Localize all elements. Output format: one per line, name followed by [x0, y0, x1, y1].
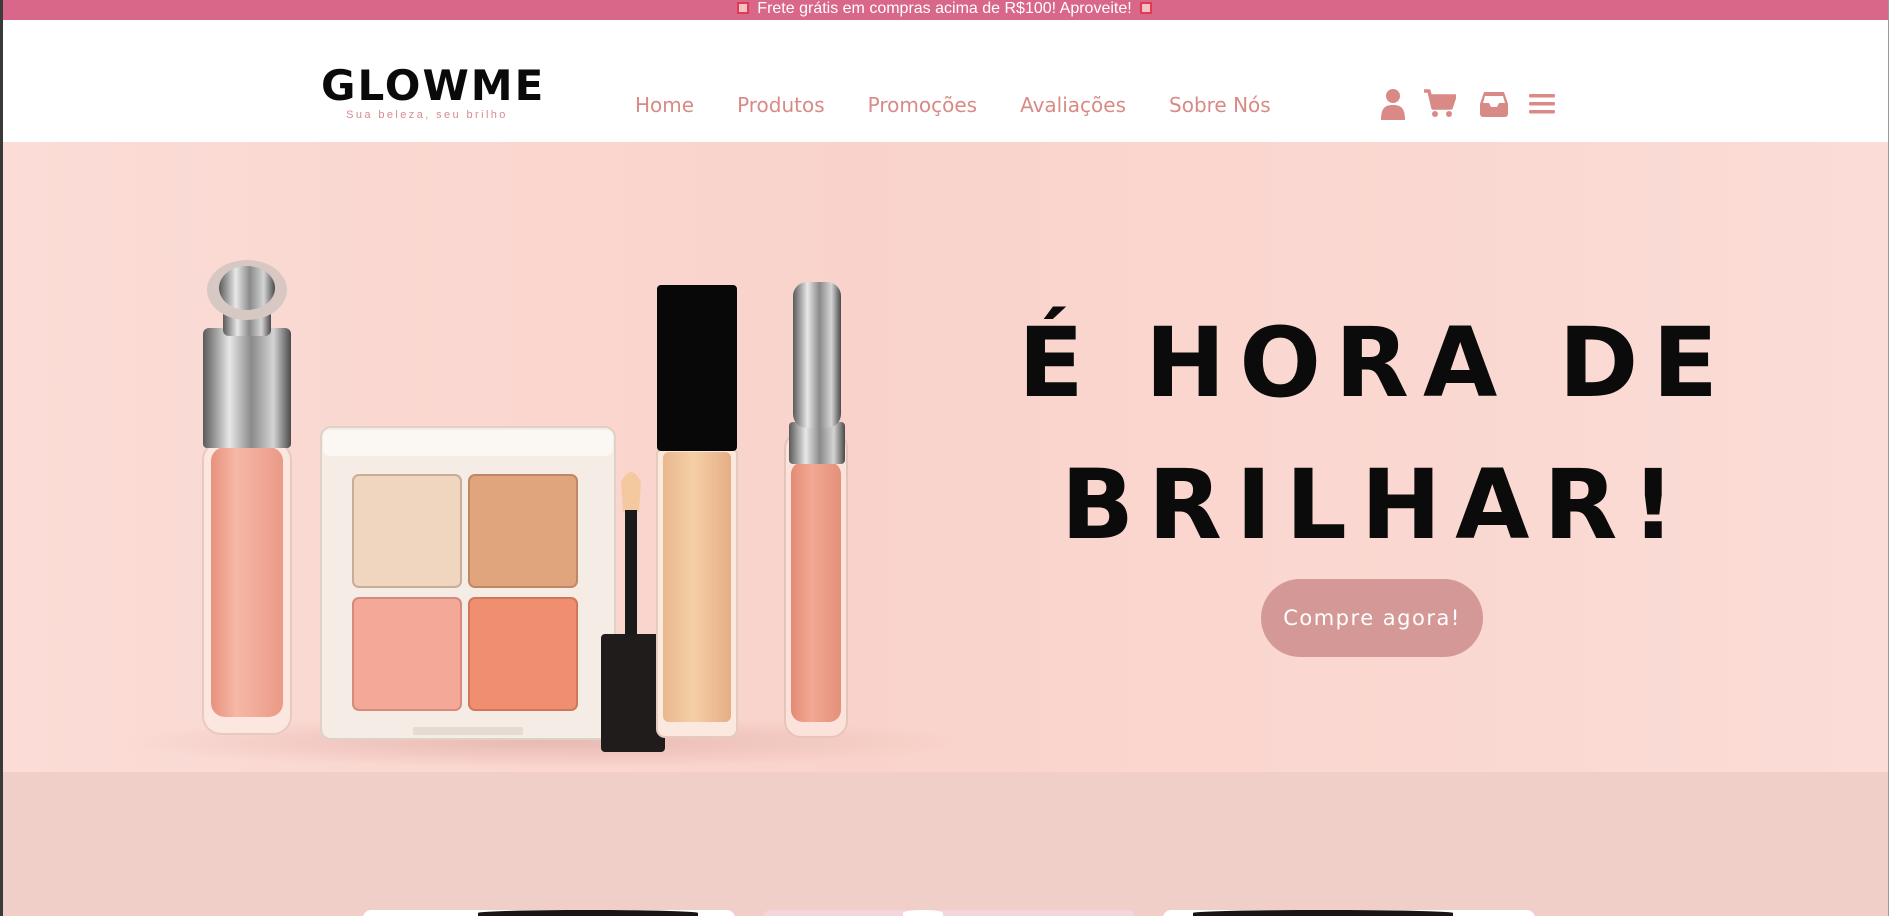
header-icons: [1378, 86, 1556, 122]
main-nav: Home Produtos Promoções Avaliações Sobre…: [635, 92, 1271, 118]
hero-title-line2: BRILHAR!: [1060, 449, 1690, 561]
featured-section: [3, 772, 1888, 916]
nav-home[interactable]: Home: [635, 92, 694, 118]
product-card[interactable]: [763, 910, 1135, 916]
hero-title: É HORA DE BRILHAR!: [1015, 292, 1735, 576]
hero-title-line1: É HORA DE: [1018, 307, 1732, 419]
makeup-products-image: [123, 260, 963, 768]
product-card[interactable]: [363, 910, 735, 916]
product-card[interactable]: [1163, 910, 1535, 916]
gift-icon: [1139, 2, 1152, 14]
nav-avaliacoes[interactable]: Avaliações: [1020, 92, 1126, 118]
nav-promocoes[interactable]: Promoções: [868, 92, 977, 118]
nav-produtos[interactable]: Produtos: [737, 92, 825, 118]
brand-logo[interactable]: GLOWME Sua beleza, seu brilho: [321, 61, 546, 122]
gift-icon: [737, 2, 750, 14]
shop-now-button[interactable]: Compre agora!: [1261, 579, 1483, 657]
hero-banner: É HORA DE BRILHAR! Compre agora!: [3, 142, 1888, 772]
window-border-left: [0, 0, 3, 916]
promo-text: Frete grátis em compras acima de R$100! …: [757, 0, 1132, 17]
inbox-icon[interactable]: [1478, 86, 1510, 122]
menu-icon[interactable]: [1528, 86, 1556, 122]
site-header: GLOWME Sua beleza, seu brilho Home Produ…: [3, 20, 1888, 142]
nav-sobre-nos[interactable]: Sobre Nós: [1169, 92, 1271, 118]
brand-tagline: Sua beleza, seu brilho: [346, 109, 508, 121]
promo-banner: Frete grátis em compras acima de R$100! …: [0, 0, 1889, 20]
brand-name: GLOWME: [321, 61, 546, 110]
cart-icon[interactable]: [1424, 86, 1456, 122]
user-icon[interactable]: [1378, 86, 1408, 122]
